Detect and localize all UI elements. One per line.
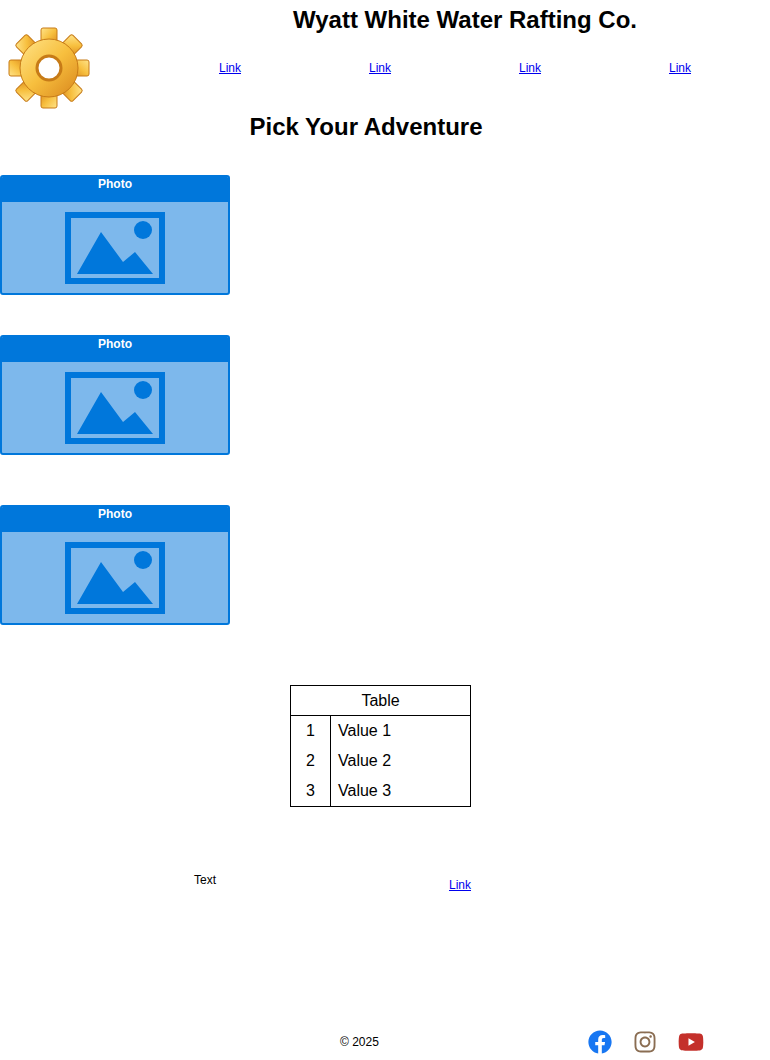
nav: LinkLinkLinkLink <box>100 61 770 75</box>
header-main: Wyatt White Water Rafting Co.LinkLinkLin… <box>100 0 770 75</box>
facebook-icon[interactable] <box>588 1030 612 1054</box>
page: Wyatt White Water Rafting Co.LinkLinkLin… <box>0 0 770 1060</box>
nav-link[interactable]: Link <box>305 61 455 75</box>
photo-label: Photo <box>2 337 228 362</box>
info-link[interactable]: Link <box>410 873 510 892</box>
social-links <box>588 1029 704 1055</box>
table-value: Value 3 <box>331 776 471 807</box>
instagram-icon[interactable] <box>633 1030 657 1054</box>
photo-card[interactable]: Photo <box>0 335 230 455</box>
table-row: 1Value 1 <box>291 716 471 747</box>
table-value: Value 1 <box>331 716 471 747</box>
youtube-icon[interactable] <box>678 1029 704 1055</box>
table-index: 2 <box>291 746 331 776</box>
table-title: Table <box>291 686 471 716</box>
facebook-link[interactable] <box>588 1030 612 1054</box>
footer: © 2025 <box>0 1027 770 1060</box>
table-index: 3 <box>291 776 331 807</box>
logo <box>0 0 100 120</box>
table-value: Value 2 <box>331 746 471 776</box>
info-row: TextLink <box>0 873 770 892</box>
copyright: © 2025 <box>340 1035 379 1049</box>
photo-card[interactable]: Photo <box>0 505 230 625</box>
photo-list: Photo Photo Photo <box>0 175 770 625</box>
table-row: 2Value 2 <box>291 746 471 776</box>
gear-icon <box>8 20 90 116</box>
photo-label: Photo <box>2 507 228 532</box>
image-icon <box>65 372 165 444</box>
table-index: 1 <box>291 716 331 747</box>
photo-label: Photo <box>2 177 228 202</box>
image-icon <box>65 542 165 614</box>
section-heading: Pick Your Adventure <box>0 113 770 141</box>
nav-link[interactable]: Link <box>455 61 605 75</box>
youtube-link[interactable] <box>678 1029 704 1055</box>
photo-body <box>2 362 228 453</box>
header: Wyatt White Water Rafting Co.LinkLinkLin… <box>0 0 770 120</box>
instagram-link[interactable] <box>633 1030 657 1054</box>
info-text: Text <box>0 873 410 892</box>
table-header-row: Table <box>291 686 471 716</box>
data-table: Table1Value 12Value 23Value 3 <box>290 685 471 807</box>
photo-body <box>2 202 228 293</box>
photo-body <box>2 532 228 623</box>
nav-link[interactable]: Link <box>605 61 755 75</box>
nav-link[interactable]: Link <box>155 61 305 75</box>
site-title: Wyatt White Water Rafting Co. <box>100 6 770 34</box>
photo-card[interactable]: Photo <box>0 175 230 295</box>
image-icon <box>65 212 165 284</box>
table-row: 3Value 3 <box>291 776 471 807</box>
